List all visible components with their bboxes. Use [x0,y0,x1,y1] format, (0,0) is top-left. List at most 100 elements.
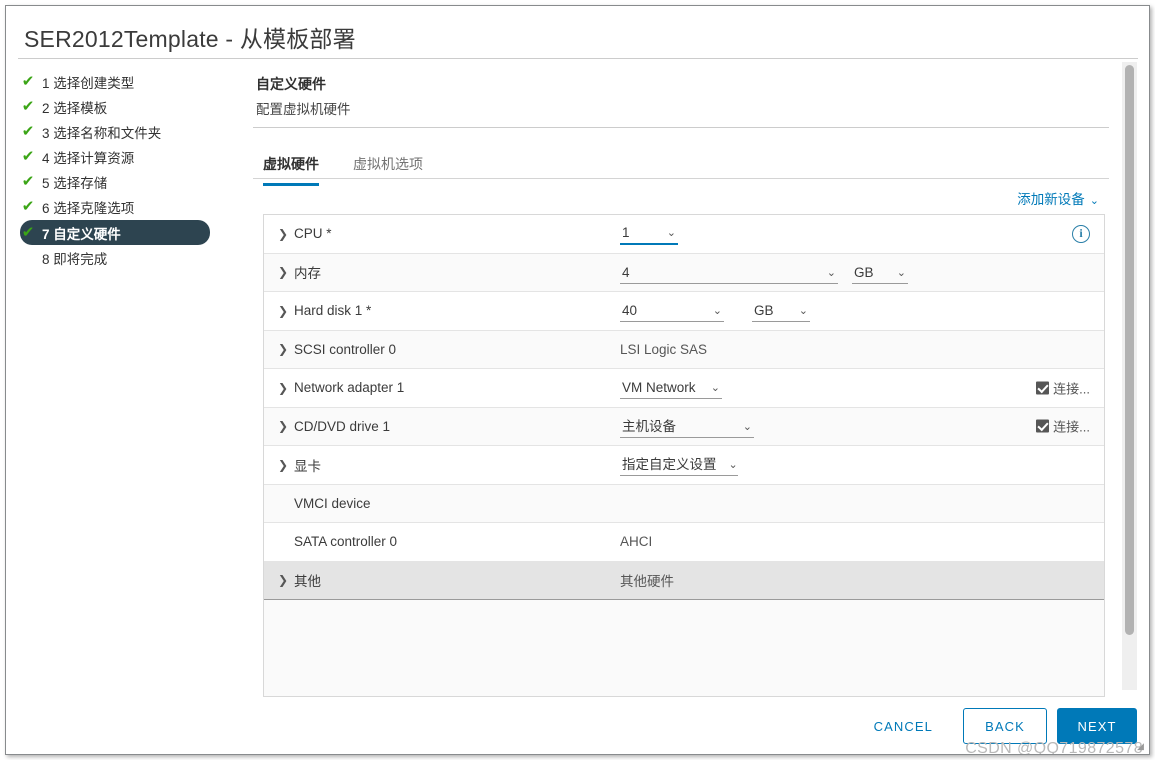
hardware-unit-text: GB [754,303,774,318]
wizard-step-label: 3 选择名称和文件夹 [42,126,162,141]
check-icon: ✔ [21,148,35,165]
hardware-row-label: 内存 [294,266,321,282]
hardware-row-label: SATA controller 0 [294,534,398,550]
hardware-value-dropdown[interactable]: 4 ⌄ [620,262,838,284]
chevron-right-icon[interactable]: ❯ [278,265,288,279]
wizard-step-6[interactable]: ✔ 6 选择克隆选项 [20,195,252,219]
tab-vm-options[interactable]: 虚拟机选项 [353,154,423,184]
hardware-value-text: 4 [622,264,630,280]
title-divider [18,58,1138,59]
chevron-down-icon: ⌄ [896,266,906,279]
hardware-row-label: CPU * [294,226,332,242]
check-icon: ✔ [21,173,35,190]
hardware-value-text: 40 [622,303,638,318]
hardware-unit-dropdown[interactable]: GB ⌄ [852,262,908,284]
chevron-down-icon: ⌄ [742,420,752,433]
tab-active-underline [263,183,319,186]
hardware-value-text: 1 [622,225,630,240]
wizard-step-3[interactable]: ✔ 3 选择名称和文件夹 [20,120,252,144]
hardware-value-text: 指定自定义设置 [622,457,717,472]
hardware-value-dropdown[interactable]: 指定自定义设置 ⌄ [620,454,738,476]
hardware-value-text: 主机设备 [622,418,676,434]
hardware-value-dropdown[interactable]: 主机设备 ⌄ [620,416,754,438]
hardware-unit-text: GB [854,264,874,280]
wizard-step-8[interactable]: 8 即将完成 [20,246,252,270]
chevron-right-icon[interactable]: ❯ [278,573,288,587]
hardware-row-value-static: 其他硬件 [620,574,674,590]
hardware-value-dropdown[interactable]: 1 ⌄ [620,223,678,245]
hardware-row[interactable]: SATA controller 0 AHCI [264,523,1104,562]
wizard-step-label: 4 选择计算资源 [42,151,135,166]
cancel-button[interactable]: CANCEL [866,708,941,744]
next-button[interactable]: NEXT [1057,708,1137,744]
chevron-right-icon[interactable]: ❯ [278,419,288,433]
page-subtitle: 配置虚拟机硬件 [256,102,351,117]
hardware-row[interactable]: ❯ SCSI controller 0 LSI Logic SAS [264,330,1104,369]
wizard-step-label: 7 自定义硬件 [42,226,121,242]
hardware-row[interactable]: ❯ CD/DVD drive 1 主机设备 ⌄ 连接... [264,407,1104,446]
wizard-step-2[interactable]: ✔ 2 选择模板 [20,95,252,119]
chevron-right-icon[interactable]: ❯ [278,304,288,318]
watermark: CSDN @QQ719872578 [965,740,1143,755]
check-icon: ✔ [21,123,35,140]
wizard-step-5[interactable]: ✔ 5 选择存储 [20,170,252,194]
chevron-down-icon: ⌄ [1089,195,1099,207]
hardware-row-label: SCSI controller 0 [294,341,397,357]
hardware-row[interactable]: ❯ CPU * 1 ⌄ i [264,215,1104,254]
tab-virtual-hardware[interactable]: 虚拟硬件 [263,154,319,186]
hardware-row[interactable]: ❯ 内存 4 ⌄ GB ⌄ [264,253,1104,292]
dialog-scrollbar-track[interactable] [1122,62,1137,690]
hardware-row-label: 显卡 [294,458,321,474]
hardware-row[interactable]: ❯ 其他 其他硬件 [264,561,1104,600]
info-icon[interactable]: i [1072,224,1090,243]
hardware-row[interactable]: ❯ Network adapter 1 VM Network ⌄ 连接... [264,369,1104,408]
check-icon: ✔ [21,223,35,241]
wizard-step-label: 6 选择克隆选项 [42,201,135,216]
connect-checkbox[interactable] [1036,381,1050,395]
chevron-right-icon[interactable]: ❯ [278,458,288,472]
back-button[interactable]: BACK [963,708,1047,744]
chevron-right-icon[interactable]: ❯ [278,342,288,356]
hardware-value-text: VM Network [622,380,696,395]
hardware-value-dropdown[interactable]: 40 ⌄ [620,300,724,322]
chevron-right-icon[interactable]: ❯ [278,227,288,241]
wizard-step-7[interactable]: ✔ 7 自定义硬件 [20,220,210,245]
wizard-step-label: 2 选择模板 [42,101,108,116]
dialog-title: SER2012Template - 从模板部署 [24,26,356,52]
chevron-down-icon: ⌄ [666,227,676,239]
add-new-device-button[interactable]: 添加新设备 ⌄ [1017,188,1099,208]
tab-bar-divider [253,178,1109,179]
tab-label: 虚拟机选项 [353,156,423,172]
check-icon: ✔ [21,73,35,90]
wizard-step-4[interactable]: ✔ 4 选择计算资源 [20,145,252,169]
chevron-down-icon: ⌄ [728,459,738,471]
connect-checkbox-label: 连接... [1053,419,1090,435]
check-icon: ✔ [21,98,35,115]
dialog-scrollbar-thumb[interactable] [1125,65,1134,635]
add-new-device-label: 添加新设备 [1017,192,1085,207]
wizard-step-label: 8 即将完成 [42,252,108,267]
connect-checkbox[interactable] [1036,419,1050,433]
hardware-row[interactable]: VMCI device [264,484,1104,523]
dialog-footer: CANCEL BACK NEXT CSDN @QQ719872578 ◢ [6,696,1149,754]
connect-checkbox-group[interactable]: 连接... [1036,417,1090,436]
hardware-row[interactable]: ❯ Hard disk 1 * 40 ⌄ GB ⌄ [264,292,1104,331]
hardware-table: ❯ CPU * 1 ⌄ i ❯ 内存 4 ⌄ GB ⌄ ❯ Hard disk 1 * 40 ⌄ GB ⌄ ❯ SC… [263,214,1105,697]
wizard-step-label: 5 选择存储 [42,176,108,191]
resize-grip-icon[interactable]: ◢ [1137,742,1146,751]
hardware-row[interactable]: ❯ 显卡 指定自定义设置 ⌄ [264,446,1104,485]
tab-bar: 虚拟硬件 虚拟机选项 [253,154,1109,186]
check-icon: ✔ [21,198,35,215]
page-title: 自定义硬件 [256,76,326,92]
chevron-down-icon: ⌄ [710,382,720,394]
connect-checkbox-group[interactable]: 连接... [1036,378,1090,397]
chevron-right-icon[interactable]: ❯ [278,381,288,395]
connect-checkbox-label: 连接... [1053,381,1090,397]
hardware-unit-dropdown[interactable]: GB ⌄ [752,300,810,322]
hardware-value-dropdown[interactable]: VM Network ⌄ [620,377,722,399]
deploy-from-template-dialog: SER2012Template - 从模板部署 ✔ 1 选择创建类型 ✔ 2 选择模板… [5,5,1150,755]
chevron-down-icon: ⌄ [798,305,808,317]
hardware-row-label: Network adapter 1 [294,380,405,396]
chevron-down-icon: ⌄ [826,266,836,279]
wizard-step-1[interactable]: ✔ 1 选择创建类型 [20,70,252,94]
